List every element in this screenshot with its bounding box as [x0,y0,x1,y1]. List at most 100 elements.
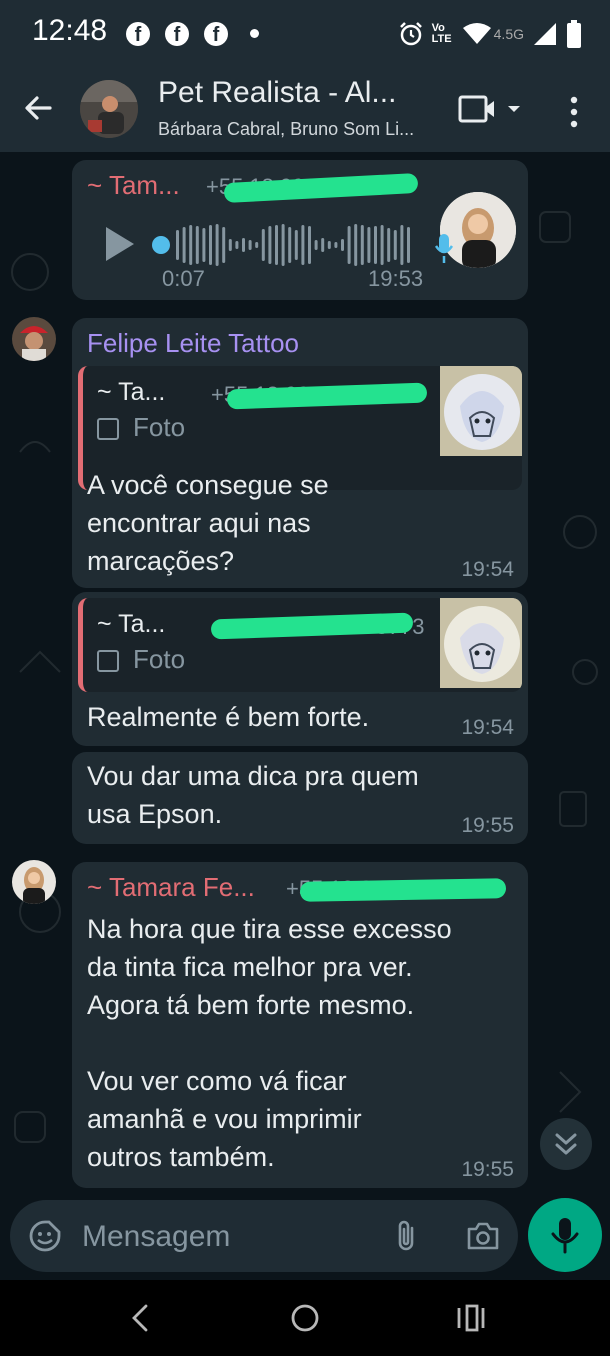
waveform-bar [202,228,206,262]
message-bubble[interactable]: Vou dar uma dica pra quem usa Epson. 19:… [72,752,528,844]
waveform-bar [255,242,259,248]
more-notifications-icon [250,29,259,38]
camera-icon[interactable] [466,1221,500,1251]
message-time: 19:55 [461,1158,514,1181]
chat-participants[interactable]: Bárbara Cabral, Bruno Som Li... [158,119,414,140]
message-text: Vou dar uma dica pra quem usa Epson. [87,761,419,829]
quoted-type: Foto [133,412,186,442]
sender-name[interactable]: Felipe Leite Tattoo [87,328,299,359]
waveform-bar [380,225,384,265]
nav-back-icon[interactable] [128,1303,152,1333]
voice-record-button[interactable] [528,1198,602,1272]
alarm-icon [399,22,422,46]
group-avatar[interactable] [80,80,138,138]
waveform-bar [407,227,410,263]
waveform-bar [308,226,311,264]
waveform-bar [195,226,199,264]
nav-recents-icon[interactable] [455,1303,485,1333]
audio-waveform[interactable] [150,222,420,268]
volte-icon: Vo LTE [431,22,452,45]
signal-icon [534,23,556,45]
message-input[interactable]: Mensagem [82,1220,230,1254]
more-options-icon[interactable] [568,96,580,128]
microphone-icon [551,1218,579,1254]
scroll-to-bottom-button[interactable] [540,1118,592,1170]
waveform-bar [215,224,219,266]
photo-icon [97,418,119,440]
facebook-icon: f [126,22,150,46]
sender-avatar[interactable] [12,860,56,904]
quoted-message[interactable]: ~ Ta... +55 18 99199-3773 Foto [78,598,522,692]
waveform-bar [374,226,377,264]
double-chevron-down-icon [555,1133,577,1155]
waveform-bar [288,227,292,263]
message-time: 19:54 [461,558,514,581]
message-composer: Mensagem [10,1200,518,1272]
photo-thumbnail[interactable] [440,598,522,688]
waveform-bar [360,225,364,265]
waveform-bar [294,230,298,260]
message-bubble[interactable]: Felipe Leite Tattoo ~ Ta... +55 18 99199… [72,318,528,588]
message-list[interactable]: ~ Tam... +55 18 99199-3773 0:07 19:53 [0,152,610,1200]
waveform-bar [387,228,391,262]
message-bubble[interactable]: ~ Tamara Fe... +55 18 99199-3773 Na hora… [72,862,528,1188]
photo-icon [97,650,119,672]
waveform-bar [242,238,245,252]
waveform-bar [248,240,252,250]
waveform-bar [347,226,351,264]
nav-home-icon[interactable] [290,1303,320,1333]
message-text: Na hora que tira esse excesso da tinta f… [87,914,452,1172]
attach-icon[interactable] [394,1218,418,1254]
video-call-icon[interactable] [458,94,528,124]
wifi-icon [462,23,491,44]
chat-header: Pet Realista - Al... Bárbara Cabral, Bru… [0,70,610,152]
waveform-bar [301,225,305,265]
waveform-bar [367,227,371,263]
waveform-bar [281,224,285,266]
back-arrow-icon[interactable] [20,90,56,126]
waveform-bar [334,242,338,248]
facebook-icon: f [165,22,189,46]
voice-message[interactable]: ~ Tam... +55 18 99199-3773 0:07 19:53 [72,160,528,300]
waveform-bar [268,226,272,264]
waveform-bar [341,239,344,251]
play-icon[interactable] [102,224,138,264]
waveform-bar [176,230,179,260]
waveform-bar [314,240,318,250]
message-text: Realmente é bem forte. [87,702,370,732]
waveform-bar [354,224,358,266]
sender-avatar[interactable] [12,317,56,361]
waveform-bar [235,241,239,249]
facebook-icon: f [204,22,228,46]
waveform-bar [400,225,404,265]
waveform-bar [261,229,265,261]
battery-icon [567,20,581,48]
waveform-bar [327,241,331,249]
microphone-icon [434,234,454,263]
waveform-bar [182,227,186,263]
status-bar: 12:48 f f f Vo LTE 4.5G [0,0,610,70]
system-navigation-bar [0,1280,610,1356]
chat-title[interactable]: Pet Realista - Al... [158,76,396,110]
quoted-sender: ~ Ta... [97,378,166,406]
waveform-bar [228,239,232,251]
waveform-bar [321,238,325,252]
sender-name[interactable]: ~ Tam... [87,170,180,201]
message-time: 19:55 [461,814,514,837]
message-text: A você consegue se encontrar aqui nas ma… [87,470,329,576]
voice-duration: 0:07 [162,266,205,291]
waveform-bar [189,225,193,265]
message-bubble[interactable]: ~ Ta... +55 18 99199-3773 Foto Realmente… [72,592,528,746]
message-time: 19:54 [461,716,514,739]
waveform-bar [222,227,226,263]
waveform-bar [209,225,212,265]
network-type: 4.5G [493,26,524,42]
status-time: 12:48 [32,14,108,47]
status-icons: Vo LTE 4.5G [398,16,582,52]
waveform-bar [393,230,397,260]
quoted-sender: ~ Ta... [97,610,166,638]
message-time: 19:53 [368,266,424,291]
emoji-icon[interactable] [28,1219,62,1253]
photo-thumbnail[interactable] [440,366,522,456]
sender-name[interactable]: ~ Tamara Fe... [87,872,255,903]
